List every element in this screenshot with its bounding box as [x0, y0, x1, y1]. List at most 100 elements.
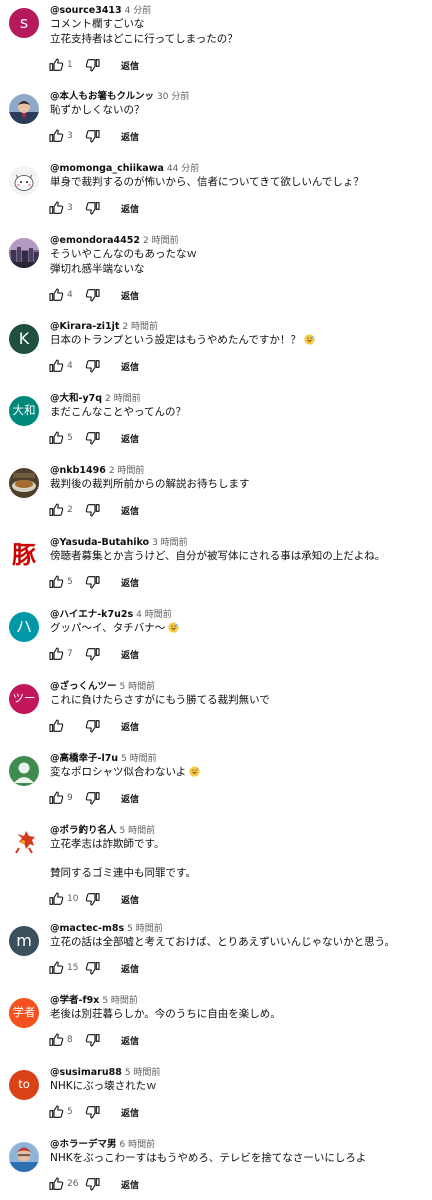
thumbs-down-icon[interactable]	[85, 287, 101, 303]
comment-timestamp[interactable]: 5 時間前	[121, 754, 157, 764]
thumbs-up-icon[interactable]	[48, 430, 64, 446]
thumbs-up-icon[interactable]	[48, 358, 64, 374]
comment-actions: 5 返信	[48, 429, 139, 447]
comment-author[interactable]: @高橋幸子-l7u	[50, 753, 118, 764]
thumbs-up-icon[interactable]	[48, 1032, 64, 1048]
comment-timestamp[interactable]: 4 分前	[125, 6, 152, 16]
thumbs-up-icon[interactable]	[48, 574, 64, 590]
thumbs-down-icon[interactable]	[85, 128, 101, 144]
reply-button[interactable]: 返信	[121, 130, 139, 143]
thumbs-up-icon[interactable]	[48, 128, 64, 144]
avatar[interactable]: s	[9, 8, 39, 38]
like-count: 3	[67, 203, 73, 213]
reply-button[interactable]: 返信	[121, 720, 139, 733]
avatar[interactable]	[9, 828, 39, 858]
comment-timestamp[interactable]: 44 分前	[167, 164, 199, 174]
reply-button[interactable]: 返信	[121, 1178, 139, 1191]
reply-button[interactable]: 返信	[121, 648, 139, 661]
thumbs-up-icon[interactable]	[48, 718, 64, 734]
thumbs-up-icon[interactable]	[48, 960, 64, 976]
reply-button[interactable]: 返信	[121, 202, 139, 215]
comment-author[interactable]: @momonga_chiikawa	[50, 163, 164, 174]
avatar[interactable]: 大和	[9, 396, 39, 426]
avatar[interactable]: ツー	[9, 684, 39, 714]
thumbs-down-icon[interactable]	[85, 430, 101, 446]
avatar[interactable]: 学者	[9, 998, 39, 1028]
comment-author[interactable]: @source3413	[50, 5, 122, 16]
avatar[interactable]	[9, 756, 39, 786]
thumbs-down-icon[interactable]	[85, 1032, 101, 1048]
thumbs-down-icon[interactable]	[85, 1104, 101, 1120]
comment-author[interactable]: @mactec-m8s	[50, 923, 124, 934]
comment-author[interactable]: @学者-f9x	[50, 995, 99, 1006]
reply-button[interactable]: 返信	[121, 289, 139, 302]
thumbs-down-icon[interactable]	[85, 718, 101, 734]
reply-button[interactable]: 返信	[121, 360, 139, 373]
comment-timestamp[interactable]: 5 時間前	[102, 996, 138, 1006]
reply-button[interactable]: 返信	[121, 962, 139, 975]
thumbs-up-icon[interactable]	[48, 57, 64, 73]
comment-author[interactable]: @Kirara-zi1jt	[50, 321, 119, 332]
avatar[interactable]	[9, 166, 39, 196]
reply-button[interactable]: 返信	[121, 792, 139, 805]
comment-timestamp[interactable]: 5 時間前	[125, 1068, 161, 1078]
thumbs-up-icon[interactable]	[48, 502, 64, 518]
thumbs-down-icon[interactable]	[85, 57, 101, 73]
comment-timestamp[interactable]: 2 時間前	[109, 466, 145, 476]
reply-button[interactable]: 返信	[121, 576, 139, 589]
comment-author[interactable]: @ホラーデマ男	[50, 1139, 117, 1150]
comment-meta: @学者-f9x 5 時間前	[50, 990, 426, 1006]
thumbs-down-icon[interactable]	[85, 1176, 101, 1192]
comment-author[interactable]: @susimaru88	[50, 1067, 122, 1078]
avatar[interactable]: m	[9, 926, 39, 956]
avatar[interactable]: 豚	[9, 540, 39, 570]
comment-timestamp[interactable]: 6 時間前	[120, 1140, 156, 1150]
thumbs-down-icon[interactable]	[85, 646, 101, 662]
comment-timestamp[interactable]: 5 時間前	[120, 826, 156, 836]
thumbs-up-icon[interactable]	[48, 1104, 64, 1120]
thumbs-up-icon[interactable]	[48, 790, 64, 806]
reply-button[interactable]: 返信	[121, 432, 139, 445]
comment-author[interactable]: @大和-y7q	[50, 393, 102, 404]
thumbs-down-icon[interactable]	[85, 574, 101, 590]
thumbs-up-icon[interactable]	[48, 891, 64, 907]
thumbs-down-icon[interactable]	[85, 790, 101, 806]
avatar[interactable]	[9, 94, 39, 124]
comment-author[interactable]: @ポラ釣り名人	[50, 825, 117, 836]
thumbs-down-icon[interactable]	[85, 502, 101, 518]
reply-button[interactable]: 返信	[121, 504, 139, 517]
reply-button[interactable]: 返信	[121, 893, 139, 906]
comment-timestamp[interactable]: 2 時間前	[122, 322, 158, 332]
comment-timestamp[interactable]: 2 時間前	[143, 236, 179, 246]
reply-button[interactable]: 返信	[121, 1034, 139, 1047]
comment-author[interactable]: @本人もお箸もクルンッ	[50, 91, 154, 102]
reply-button[interactable]: 返信	[121, 1106, 139, 1119]
avatar[interactable]: to	[9, 1070, 39, 1100]
comment-timestamp[interactable]: 2 時間前	[105, 394, 141, 404]
comment-timestamp[interactable]: 30 分前	[157, 92, 189, 102]
avatar[interactable]: K	[9, 324, 39, 354]
comment-text-content: 弾切れ感半端ないな	[50, 263, 145, 275]
comment-author[interactable]: @Yasuda-Butahiko	[50, 537, 149, 548]
thumbs-up-icon[interactable]	[48, 646, 64, 662]
comment-author[interactable]: @nkb1496	[50, 465, 106, 476]
comment-timestamp[interactable]: 4 時間前	[136, 610, 172, 620]
comment-timestamp[interactable]: 5 時間前	[120, 682, 156, 692]
avatar[interactable]	[9, 238, 39, 268]
avatar[interactable]	[9, 1142, 39, 1172]
avatar[interactable]: ハ	[9, 612, 39, 642]
comment-author[interactable]: @ハイエナ-k7u2s	[50, 609, 133, 620]
thumbs-up-icon[interactable]	[48, 1176, 64, 1192]
reply-button[interactable]: 返信	[121, 59, 139, 72]
thumbs-down-icon[interactable]	[85, 358, 101, 374]
thumbs-down-icon[interactable]	[85, 891, 101, 907]
comment-timestamp[interactable]: 3 時間前	[152, 538, 188, 548]
thumbs-down-icon[interactable]	[85, 960, 101, 976]
comment-timestamp[interactable]: 5 時間前	[127, 924, 163, 934]
thumbs-down-icon[interactable]	[85, 200, 101, 216]
comment-author[interactable]: @emondora4452	[50, 235, 140, 246]
avatar[interactable]	[9, 468, 39, 498]
thumbs-up-icon[interactable]	[48, 200, 64, 216]
comment-author[interactable]: @ざっくんツー	[50, 681, 117, 692]
thumbs-up-icon[interactable]	[48, 287, 64, 303]
